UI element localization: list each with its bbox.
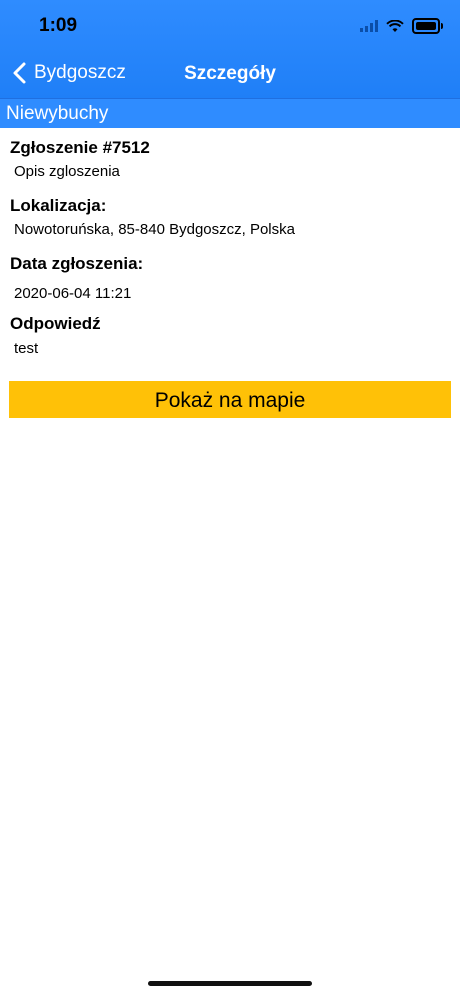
wifi-icon <box>386 19 404 32</box>
answer-label: Odpowiedź <box>10 314 101 333</box>
status-time: 1:09 <box>39 15 78 36</box>
cellular-signal-icon <box>360 20 378 32</box>
date-label: Data zgłoszenia: <box>10 254 144 273</box>
date-value: 2020-06-04 11:21 <box>14 285 132 302</box>
category-section-bar: Niewybuchy <box>0 98 460 128</box>
navigation-header: 1:09 Bydgoszcz Szczegóły <box>0 0 460 98</box>
location-label: Lokalizacja: <box>10 196 107 215</box>
location-value: Nowotoruńska, 85-840 Bydgoszcz, Polska <box>14 221 295 238</box>
battery-icon <box>412 18 443 34</box>
report-label: Zgłoszenie #7512 <box>10 138 150 157</box>
category-title: Niewybuchy <box>6 103 109 124</box>
status-icons <box>360 18 443 34</box>
page-title: Szczegóły <box>184 63 276 84</box>
answer-value: test <box>14 340 39 357</box>
home-indicator[interactable] <box>148 981 312 986</box>
report-value: Opis zgloszenia <box>14 163 120 180</box>
show-on-map-button[interactable]: Pokaż na mapie <box>9 381 451 418</box>
